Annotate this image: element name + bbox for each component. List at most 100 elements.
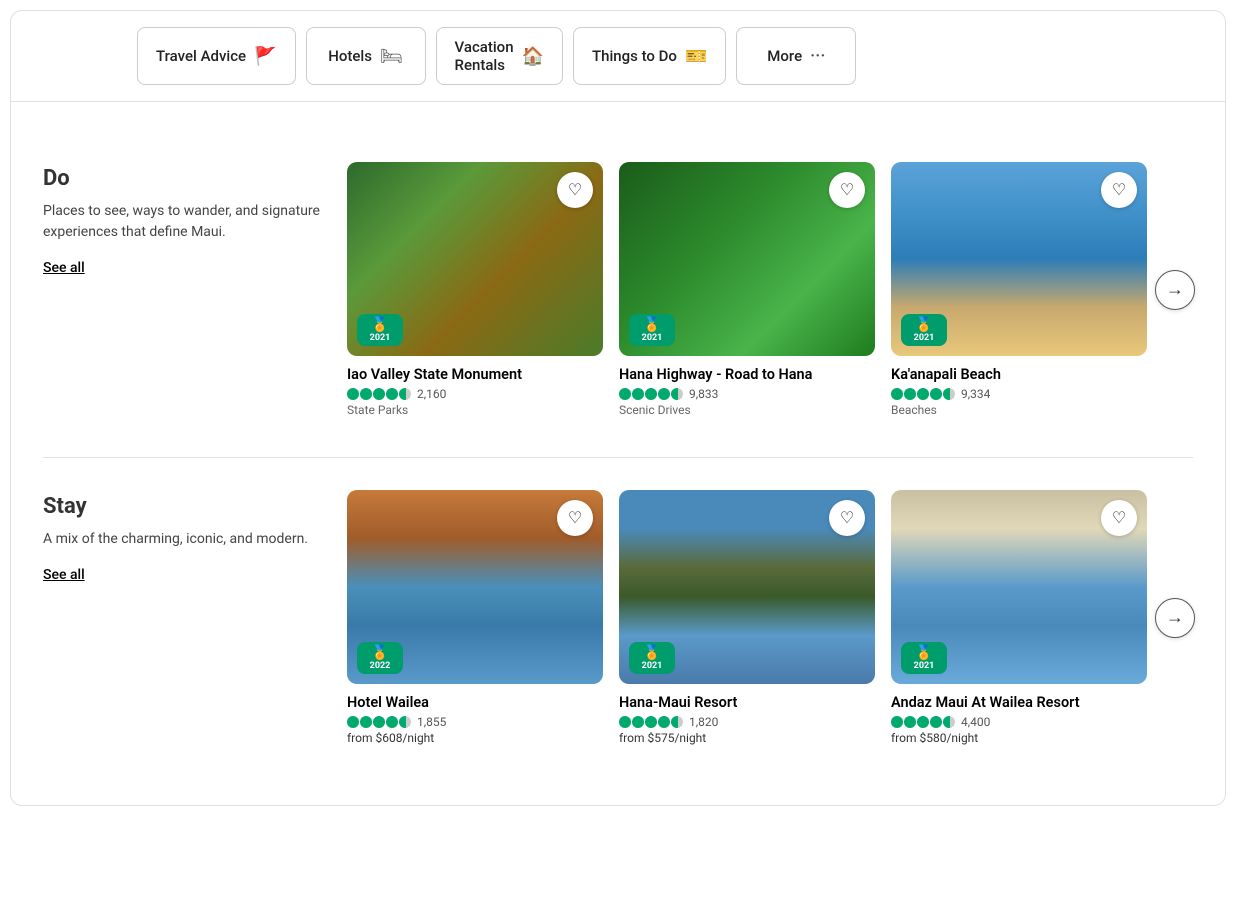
favorite-button[interactable]: ♡ (557, 500, 593, 536)
see-all-link[interactable]: See all (43, 567, 85, 583)
nav-tab-hotels[interactable]: Hotels🛏 (306, 27, 426, 85)
card-image: ♡ 🏅 2021 (891, 162, 1147, 356)
tab-icon-1: 🛏 (380, 46, 403, 67)
star-full (347, 388, 359, 400)
list-item[interactable]: ♡ 🏅 2021 Ka'anapali Beach 9,334 Beaches (891, 162, 1147, 417)
card-price: from $575/night (619, 731, 875, 745)
card-rating: 9,833 (619, 387, 875, 401)
card-price: from $608/night (347, 731, 603, 745)
star-full (619, 388, 631, 400)
star-half (943, 716, 955, 728)
review-count: 1,820 (689, 715, 718, 729)
star-full (619, 716, 631, 728)
review-count: 1,855 (417, 715, 446, 729)
star-half (399, 716, 411, 728)
star-full (373, 716, 385, 728)
star-full (917, 388, 929, 400)
card-name: Hotel Wailea (347, 694, 603, 711)
card-name: Hana-Maui Resort (619, 694, 875, 711)
nav-tab-travel-advice[interactable]: Travel Advice🚩 (137, 27, 296, 85)
star-half (943, 388, 955, 400)
star-full (904, 716, 916, 728)
logo (35, 44, 125, 68)
star-full (930, 388, 942, 400)
star-full (632, 716, 644, 728)
section-divider (43, 457, 1193, 458)
award-badge: 🏅 2021 (901, 314, 947, 346)
stars (891, 716, 955, 728)
cards-wrapper-stay: ♡ 🏅 2022 Hotel Wailea 1,855 from $608/ni… (347, 490, 1195, 745)
award-badge: 🏅 2021 (629, 642, 675, 674)
card-rating: 1,820 (619, 715, 875, 729)
card-name: Andaz Maui At Wailea Resort (891, 694, 1147, 711)
tab-icon-0: 🚩 (254, 46, 276, 67)
star-full (360, 388, 372, 400)
review-count: 4,400 (961, 715, 990, 729)
stars (891, 388, 955, 400)
award-icon: 🏅 (915, 317, 932, 333)
card-image: ♡ 🏅 2021 (347, 162, 603, 356)
favorite-button[interactable]: ♡ (557, 172, 593, 208)
favorite-button[interactable]: ♡ (1101, 172, 1137, 208)
star-full (645, 716, 657, 728)
list-item[interactable]: ♡ 🏅 2021 Andaz Maui At Wailea Resort 4,4… (891, 490, 1147, 745)
star-full (658, 388, 670, 400)
card-rating: 4,400 (891, 715, 1147, 729)
nav-tab-more[interactable]: More··· (736, 27, 856, 85)
card-image: ♡ 🏅 2021 (619, 162, 875, 356)
nav-tab-vacation-rentals[interactable]: VacationRentals🏠 (436, 27, 563, 85)
award-icon: 🏅 (915, 645, 932, 661)
star-full (373, 388, 385, 400)
next-arrow-do[interactable]: → (1155, 270, 1195, 310)
cards-list-do: ♡ 🏅 2021 Iao Valley State Monument 2,160… (347, 162, 1147, 417)
card-name: Ka'anapali Beach (891, 366, 1147, 383)
nav-tabs: Travel Advice🚩Hotels🛏VacationRentals🏠Thi… (137, 27, 1201, 85)
stars (619, 716, 683, 728)
nav-tab-things-to-do[interactable]: Things to Do🎫 (573, 27, 726, 85)
next-arrow-stay[interactable]: → (1155, 598, 1195, 638)
favorite-button[interactable]: ♡ (829, 500, 865, 536)
award-icon: 🏅 (643, 317, 660, 333)
card-name: Hana Highway - Road to Hana (619, 366, 875, 383)
list-item[interactable]: ♡ 🏅 2022 Hotel Wailea 1,855 from $608/ni… (347, 490, 603, 745)
stars (347, 388, 411, 400)
card-name: Iao Valley State Monument (347, 366, 603, 383)
award-year: 2021 (914, 661, 935, 671)
star-half (671, 716, 683, 728)
section-heading: Do (43, 166, 323, 191)
favorite-button[interactable]: ♡ (1101, 500, 1137, 536)
star-full (360, 716, 372, 728)
review-count: 9,334 (961, 387, 990, 401)
star-full (645, 388, 657, 400)
card-image: ♡ 🏅 2022 (347, 490, 603, 684)
star-full (632, 388, 644, 400)
award-icon: 🏅 (643, 645, 660, 661)
award-badge: 🏅 2021 (901, 642, 947, 674)
card-rating: 9,334 (891, 387, 1147, 401)
award-badge: 🏅 2021 (357, 314, 403, 346)
list-item[interactable]: ♡ 🏅 2021 Hana Highway - Road to Hana 9,8… (619, 162, 875, 417)
card-category: Beaches (891, 403, 1147, 417)
stars (619, 388, 683, 400)
award-year: 2021 (642, 333, 663, 343)
tab-icon-2: 🏠 (522, 46, 544, 67)
main-content: Do Places to see, ways to wander, and si… (11, 102, 1225, 805)
award-year: 2021 (914, 333, 935, 343)
star-full (930, 716, 942, 728)
list-item[interactable]: ♡ 🏅 2021 Iao Valley State Monument 2,160… (347, 162, 603, 417)
list-item[interactable]: ♡ 🏅 2021 Hana-Maui Resort 1,820 from $57… (619, 490, 875, 745)
header: Travel Advice🚩Hotels🛏VacationRentals🏠Thi… (11, 11, 1225, 102)
card-rating: 2,160 (347, 387, 603, 401)
star-half (399, 388, 411, 400)
see-all-link[interactable]: See all (43, 260, 85, 276)
favorite-button[interactable]: ♡ (829, 172, 865, 208)
card-price: from $580/night (891, 731, 1147, 745)
star-full (891, 388, 903, 400)
section-heading: Stay (43, 494, 323, 519)
stars (347, 716, 411, 728)
award-year: 2021 (370, 333, 391, 343)
star-full (917, 716, 929, 728)
review-count: 2,160 (417, 387, 446, 401)
star-full (891, 716, 903, 728)
card-category: State Parks (347, 403, 603, 417)
